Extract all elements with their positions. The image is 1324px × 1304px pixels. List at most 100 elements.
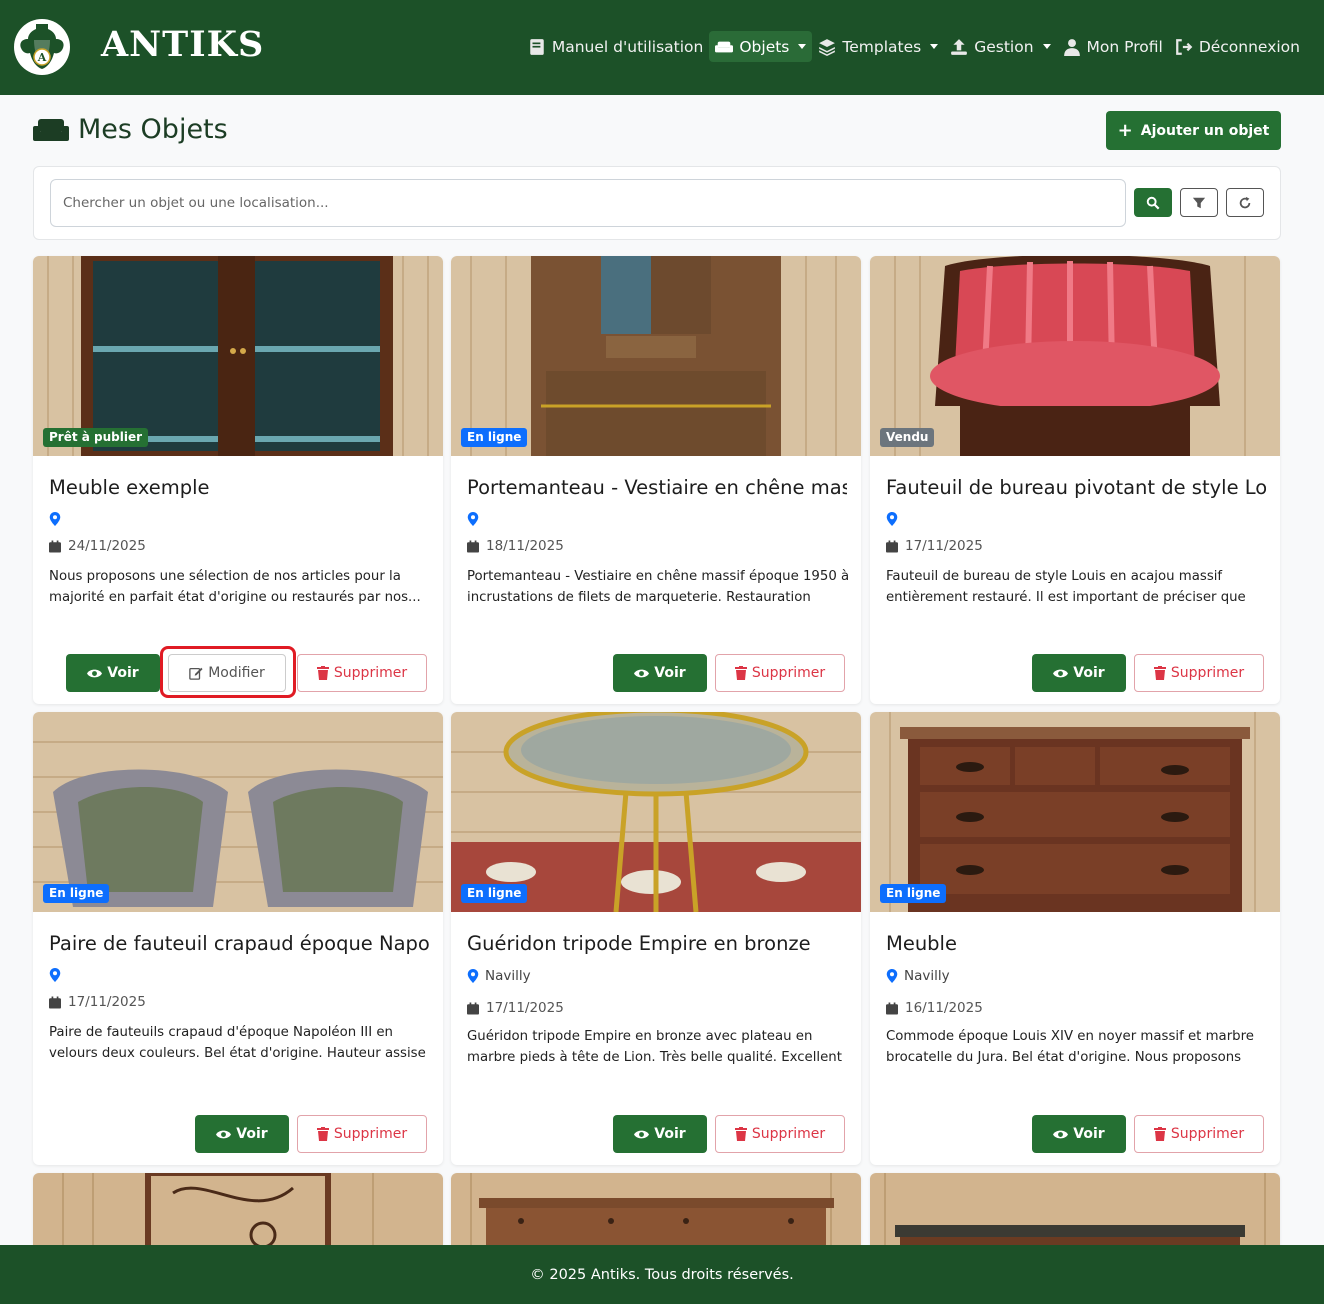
view-button[interactable]: Voir	[613, 1115, 707, 1153]
card-location	[49, 512, 67, 526]
delete-button[interactable]: Supprimer	[715, 654, 845, 692]
amphora-logo-icon: A	[20, 24, 64, 69]
card-date: 17/11/2025	[467, 1000, 564, 1016]
nav-objects[interactable]: Objets	[709, 31, 813, 62]
object-image[interactable]	[870, 256, 1280, 456]
search-card	[33, 166, 1281, 240]
delete-button[interactable]: Supprimer	[715, 1115, 845, 1153]
trash-icon	[1153, 666, 1166, 680]
trash-icon	[316, 1127, 329, 1141]
view-button[interactable]: Voir	[195, 1115, 289, 1153]
card-date-text: 17/11/2025	[68, 994, 146, 1010]
status-badge: En ligne	[461, 884, 528, 903]
view-button[interactable]: Voir	[1032, 654, 1126, 692]
delete-button[interactable]: Supprimer	[1134, 1115, 1264, 1153]
view-label: Voir	[654, 1126, 686, 1142]
object-card-partial[interactable]	[870, 1173, 1280, 1253]
reset-button[interactable]	[1226, 188, 1264, 217]
svg-text:A: A	[37, 51, 47, 64]
highlight-annotation	[160, 646, 296, 698]
view-button[interactable]: Voir	[613, 654, 707, 692]
object-card-partial[interactable]	[451, 1173, 861, 1253]
nav-profile[interactable]: Mon Profil	[1057, 31, 1169, 62]
object-image[interactable]	[33, 256, 443, 456]
filter-button[interactable]	[1180, 188, 1218, 217]
delete-label: Supprimer	[333, 1126, 408, 1142]
page-title: Mes Objets	[33, 114, 228, 145]
trash-icon	[734, 666, 747, 680]
card-location-text: Navilly	[904, 968, 950, 984]
status-badge: En ligne	[461, 428, 528, 447]
view-button[interactable]: Voir	[1032, 1115, 1126, 1153]
user-icon	[1063, 38, 1080, 56]
calendar-icon	[467, 540, 479, 552]
card-date: 18/11/2025	[467, 538, 564, 554]
delete-button[interactable]: Supprimer	[297, 654, 427, 692]
card-date-text: 16/11/2025	[905, 1000, 983, 1016]
delete-button[interactable]: Supprimer	[297, 1115, 427, 1153]
delete-button[interactable]: Supprimer	[1134, 654, 1264, 692]
status-badge: Vendu	[880, 428, 935, 447]
delete-label: Supprimer	[1170, 1126, 1245, 1142]
object-image	[451, 1173, 861, 1253]
card-title: Meuble	[886, 932, 957, 955]
chevron-down-icon	[930, 44, 939, 49]
view-button[interactable]: Voir	[66, 654, 160, 692]
card-date-text: 17/11/2025	[905, 538, 983, 554]
object-image[interactable]	[451, 712, 861, 912]
nav-templates-label: Templates	[842, 37, 922, 56]
object-card: En ligne Portemanteau - Vestiaire en chê…	[451, 256, 861, 704]
nav-logout[interactable]: Déconnexion	[1169, 31, 1306, 62]
card-title: Paire de fauteuil crapaud époque Napoléo…	[49, 932, 429, 955]
eye-icon	[634, 1130, 650, 1138]
object-image[interactable]	[33, 712, 443, 912]
eye-icon	[216, 1130, 232, 1138]
layers-icon	[819, 38, 836, 56]
delete-label: Supprimer	[333, 665, 408, 681]
trash-icon	[734, 1127, 747, 1141]
add-object-label: Ajouter un objet	[1140, 122, 1270, 139]
search-button[interactable]	[1134, 188, 1172, 217]
refresh-icon	[1239, 196, 1251, 208]
card-date-text: 17/11/2025	[486, 1000, 564, 1016]
card-location	[886, 512, 904, 526]
map-pin-icon	[49, 512, 61, 526]
add-object-button[interactable]: + Ajouter un objet	[1106, 111, 1281, 150]
card-description: Commode époque Louis XIV en noyer massif…	[886, 1029, 1254, 1065]
nav-manual[interactable]: Manuel d'utilisation	[522, 31, 709, 62]
card-description: Portemanteau - Vestiaire en chêne massif…	[467, 569, 850, 605]
object-image[interactable]	[451, 256, 861, 456]
view-label: Voir	[236, 1126, 268, 1142]
card-title: Fauteuil de bureau pivotant de style Lou…	[886, 476, 1266, 499]
calendar-icon	[49, 540, 61, 552]
footer: © 2025 Antiks. Tous droits réservés.	[0, 1245, 1324, 1304]
object-image[interactable]	[870, 712, 1280, 912]
calendar-icon	[467, 1002, 479, 1014]
view-label: Voir	[1073, 665, 1105, 681]
delete-label: Supprimer	[1170, 665, 1245, 681]
brand-logo[interactable]: A	[14, 19, 70, 75]
object-card: En ligne Paire de fauteuil crapaud époqu…	[33, 712, 443, 1165]
object-card-partial[interactable]	[33, 1173, 443, 1253]
logout-icon	[1175, 38, 1193, 55]
object-image	[870, 1173, 1280, 1253]
couch-icon	[33, 118, 69, 141]
card-date: 17/11/2025	[49, 994, 146, 1010]
card-date-text: 18/11/2025	[486, 538, 564, 554]
card-location: Navilly	[886, 968, 950, 984]
search-input[interactable]	[50, 179, 1126, 227]
chevron-down-icon	[798, 44, 807, 49]
card-location: Navilly	[467, 968, 531, 984]
card-description: Fauteuil de bureau de style Louis en aca…	[886, 569, 1246, 605]
map-pin-icon	[467, 969, 479, 983]
nav-templates[interactable]: Templates	[812, 31, 944, 62]
view-label: Voir	[1073, 1126, 1105, 1142]
brand-name[interactable]: ANTIKS	[101, 24, 264, 65]
delete-label: Supprimer	[751, 665, 826, 681]
upload-icon	[951, 38, 968, 55]
filter-icon	[1192, 197, 1206, 208]
calendar-icon	[886, 1002, 898, 1014]
object-card: En ligne Guéridon tripode Empire en bron…	[451, 712, 861, 1165]
nav-management[interactable]: Gestion	[944, 31, 1056, 62]
eye-icon	[87, 669, 103, 677]
